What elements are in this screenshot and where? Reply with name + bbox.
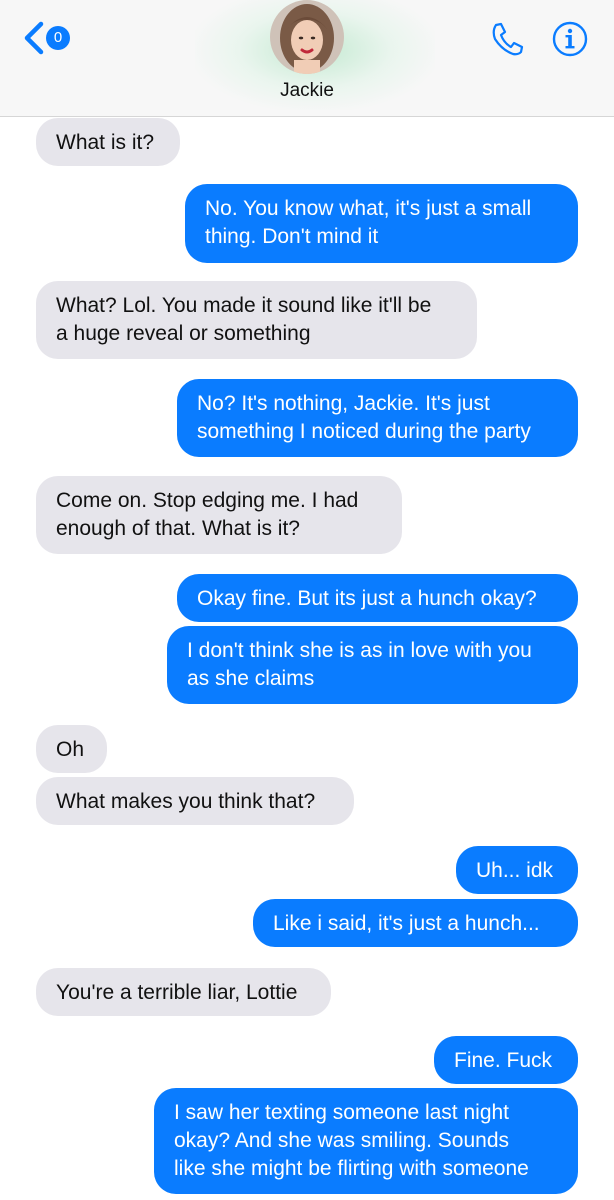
received-message[interactable]: What is it? [36, 118, 180, 166]
received-message[interactable]: What makes you think that? [36, 777, 354, 825]
sent-message[interactable]: No. You know what, it's just a small thi… [185, 184, 578, 263]
received-message[interactable]: Oh [36, 725, 107, 773]
sent-message[interactable]: Like i said, it's just a hunch... [253, 899, 578, 947]
chevron-left-icon [24, 21, 44, 55]
contact-name[interactable]: Jackie [0, 80, 614, 102]
received-message[interactable]: You're a terrible liar, Lottie [36, 968, 331, 1016]
info-icon [552, 21, 588, 57]
received-message[interactable]: What? Lol. You made it sound like it'll … [36, 281, 477, 359]
received-message[interactable]: Come on. Stop edging me. I had enough of… [36, 476, 402, 554]
sent-message[interactable]: No? It's nothing, Jackie. It's just some… [177, 379, 578, 457]
back-button[interactable]: 0 [22, 20, 74, 56]
unread-count-badge: 0 [46, 26, 70, 50]
avatar[interactable] [270, 0, 344, 74]
phone-button[interactable] [488, 20, 526, 58]
sent-message[interactable]: I don't think she is as in love with you… [167, 626, 578, 704]
sent-message[interactable]: Uh... idk [456, 846, 578, 894]
sent-message[interactable]: Fine. Fuck [434, 1036, 578, 1084]
phone-icon [492, 22, 524, 56]
sent-message[interactable]: Okay fine. But its just a hunch okay? [177, 574, 578, 622]
sent-message[interactable]: I saw her texting someone last night oka… [154, 1088, 578, 1194]
info-button[interactable] [551, 20, 589, 58]
conversation-header: 0 Jackie [0, 0, 614, 117]
